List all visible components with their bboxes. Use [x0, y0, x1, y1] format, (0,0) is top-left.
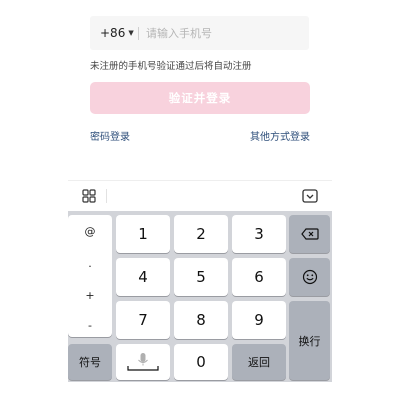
backspace-icon — [300, 228, 319, 240]
key-1[interactable]: 1 — [116, 215, 170, 253]
symbol-column: @ . + - — [68, 215, 112, 337]
key-3[interactable]: 3 — [232, 215, 286, 253]
keyboard-toolbar — [68, 180, 332, 211]
space-key[interactable] — [116, 344, 170, 380]
key-4[interactable]: 4 — [116, 258, 170, 296]
password-login-link[interactable]: 密码登录 — [90, 128, 130, 143]
back-key[interactable]: 返回 — [232, 344, 286, 380]
registration-hint: 未注册的手机号验证通过后将自动注册 — [90, 61, 252, 72]
key-dot[interactable]: . — [68, 257, 112, 270]
newline-key[interactable]: 换行 — [289, 301, 330, 380]
symbol-key[interactable]: 符号 — [68, 344, 112, 380]
verify-login-button[interactable]: 验证并登录 — [90, 82, 310, 114]
grid-icon[interactable] — [82, 189, 96, 203]
backspace-key[interactable] — [289, 215, 330, 253]
key-plus[interactable]: + — [68, 289, 112, 302]
toolbar-divider — [106, 189, 107, 203]
caret-down-icon: ▼ — [128, 29, 134, 37]
phone-input-row: +86 ▼ — [90, 16, 309, 50]
phone-input[interactable] — [146, 26, 296, 40]
country-code-selector[interactable]: +86 ▼ — [90, 26, 134, 40]
key-0[interactable]: 0 — [174, 344, 228, 380]
other-login-link[interactable]: 其他方式登录 — [250, 128, 310, 143]
key-5[interactable]: 5 — [174, 258, 228, 296]
country-code-label: +86 — [100, 26, 126, 40]
divider — [138, 26, 139, 40]
key-7[interactable]: 7 — [116, 301, 170, 339]
emoji-key[interactable] — [289, 258, 330, 296]
emoji-icon — [302, 269, 317, 285]
keyboard-hide-icon[interactable] — [302, 189, 318, 203]
key-at[interactable]: @ — [68, 225, 112, 238]
key-9[interactable]: 9 — [232, 301, 286, 339]
key-8[interactable]: 8 — [174, 301, 228, 339]
numeric-keyboard: @ . + - 1 2 3 4 5 6 7 8 9 换行 符号 0 返回 — [68, 211, 332, 382]
key-2[interactable]: 2 — [174, 215, 228, 253]
microphone-icon — [127, 353, 159, 371]
key-minus[interactable]: - — [68, 319, 112, 332]
key-6[interactable]: 6 — [232, 258, 286, 296]
